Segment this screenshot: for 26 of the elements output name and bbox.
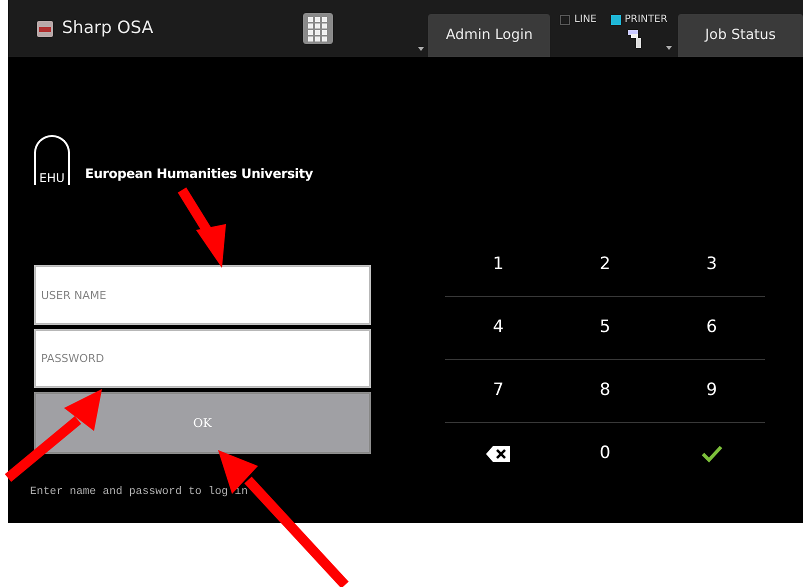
keypad-icon (303, 13, 334, 44)
keypad-key[interactable]: 6 (658, 297, 765, 359)
keypad-key[interactable]: 8 (552, 360, 658, 422)
university-name: European Humanities University (85, 166, 313, 184)
admin-login-button[interactable]: Admin Login (428, 14, 550, 57)
password-field[interactable]: PASSWORD (34, 329, 371, 388)
backspace-icon (486, 446, 510, 462)
app-icon (37, 20, 53, 36)
keypad-key[interactable]: 0 (552, 423, 658, 485)
indicator-label: PRINTER (624, 13, 668, 27)
keypad-key[interactable]: 9 (658, 360, 765, 422)
checkmark-icon (700, 445, 723, 463)
keypad-key[interactable]: 7 (445, 360, 552, 422)
app-title: Sharp OSA (62, 16, 154, 40)
dropdown-arrow-icon[interactable] (666, 46, 672, 50)
keypad-key[interactable]: 5 (552, 297, 658, 359)
indicator-label: LINE (574, 13, 597, 27)
job-status-button[interactable]: Job Status (678, 14, 803, 57)
username-field[interactable]: USER NAME (34, 265, 371, 325)
keypad-key[interactable]: 3 (658, 234, 765, 296)
dropdown-arrow-icon[interactable] (418, 47, 424, 51)
keypad-key[interactable]: 1 (445, 234, 552, 296)
printer-icon (628, 30, 642, 48)
logo-letters: EHU (39, 172, 65, 184)
keypad-key[interactable]: 4 (445, 297, 552, 359)
keypad-key[interactable]: 2 (552, 234, 658, 296)
